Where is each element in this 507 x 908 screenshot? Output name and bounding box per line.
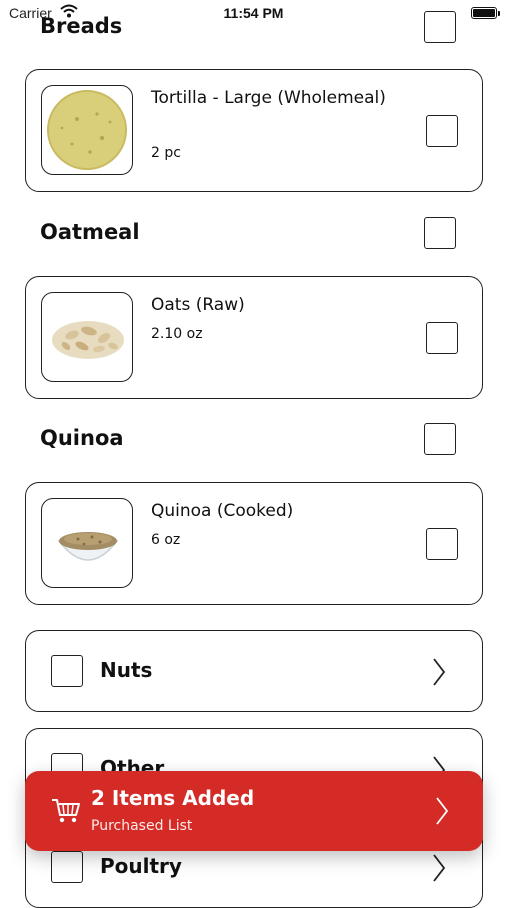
item-quantity: 6 oz xyxy=(151,532,181,548)
item-name: Oats (Raw) xyxy=(151,295,245,315)
status-bar: Carrier 11:54 PM xyxy=(0,0,507,30)
category-checkbox-poultry[interactable] xyxy=(51,851,83,883)
clock: 11:54 PM xyxy=(223,5,284,21)
item-name: Tortilla - Large (Wholemeal) xyxy=(151,88,386,108)
section-title-quinoa: Quinoa xyxy=(40,426,124,450)
banner-title: 2 Items Added xyxy=(91,786,255,810)
category-label: Poultry xyxy=(100,854,182,878)
category-checkbox-nuts[interactable] xyxy=(51,655,83,687)
item-card-tortilla[interactable]: Tortilla - Large (Wholemeal) 2 pc xyxy=(25,69,483,192)
section-title-oatmeal: Oatmeal xyxy=(40,220,140,244)
chevron-right-icon xyxy=(433,658,446,686)
item-card-oats[interactable]: Oats (Raw) 2.10 oz xyxy=(25,276,483,399)
item-checkbox-quinoa[interactable] xyxy=(426,528,458,560)
item-image-oats xyxy=(41,292,133,382)
section-checkbox-oatmeal[interactable] xyxy=(424,217,456,249)
item-card-quinoa[interactable]: Quinoa (Cooked) 6 oz xyxy=(25,482,483,605)
item-name: Quinoa (Cooked) xyxy=(151,501,294,521)
section-checkbox-quinoa[interactable] xyxy=(424,423,456,455)
banner-subtitle: Purchased List xyxy=(91,818,193,834)
chevron-right-icon xyxy=(436,797,449,825)
chevron-right-icon xyxy=(433,854,446,882)
battery-icon xyxy=(471,7,500,19)
item-checkbox-oats[interactable] xyxy=(426,322,458,354)
item-quantity: 2 pc xyxy=(151,145,181,161)
item-quantity: 2.10 oz xyxy=(151,326,203,342)
item-image-tortilla xyxy=(41,85,133,175)
item-image-quinoa xyxy=(41,498,133,588)
category-row-nuts[interactable]: Nuts xyxy=(25,630,483,712)
category-label: Nuts xyxy=(100,658,153,682)
items-added-banner[interactable]: 2 Items Added Purchased List xyxy=(25,771,483,851)
cart-icon xyxy=(52,799,80,823)
item-checkbox-tortilla[interactable] xyxy=(426,115,458,147)
